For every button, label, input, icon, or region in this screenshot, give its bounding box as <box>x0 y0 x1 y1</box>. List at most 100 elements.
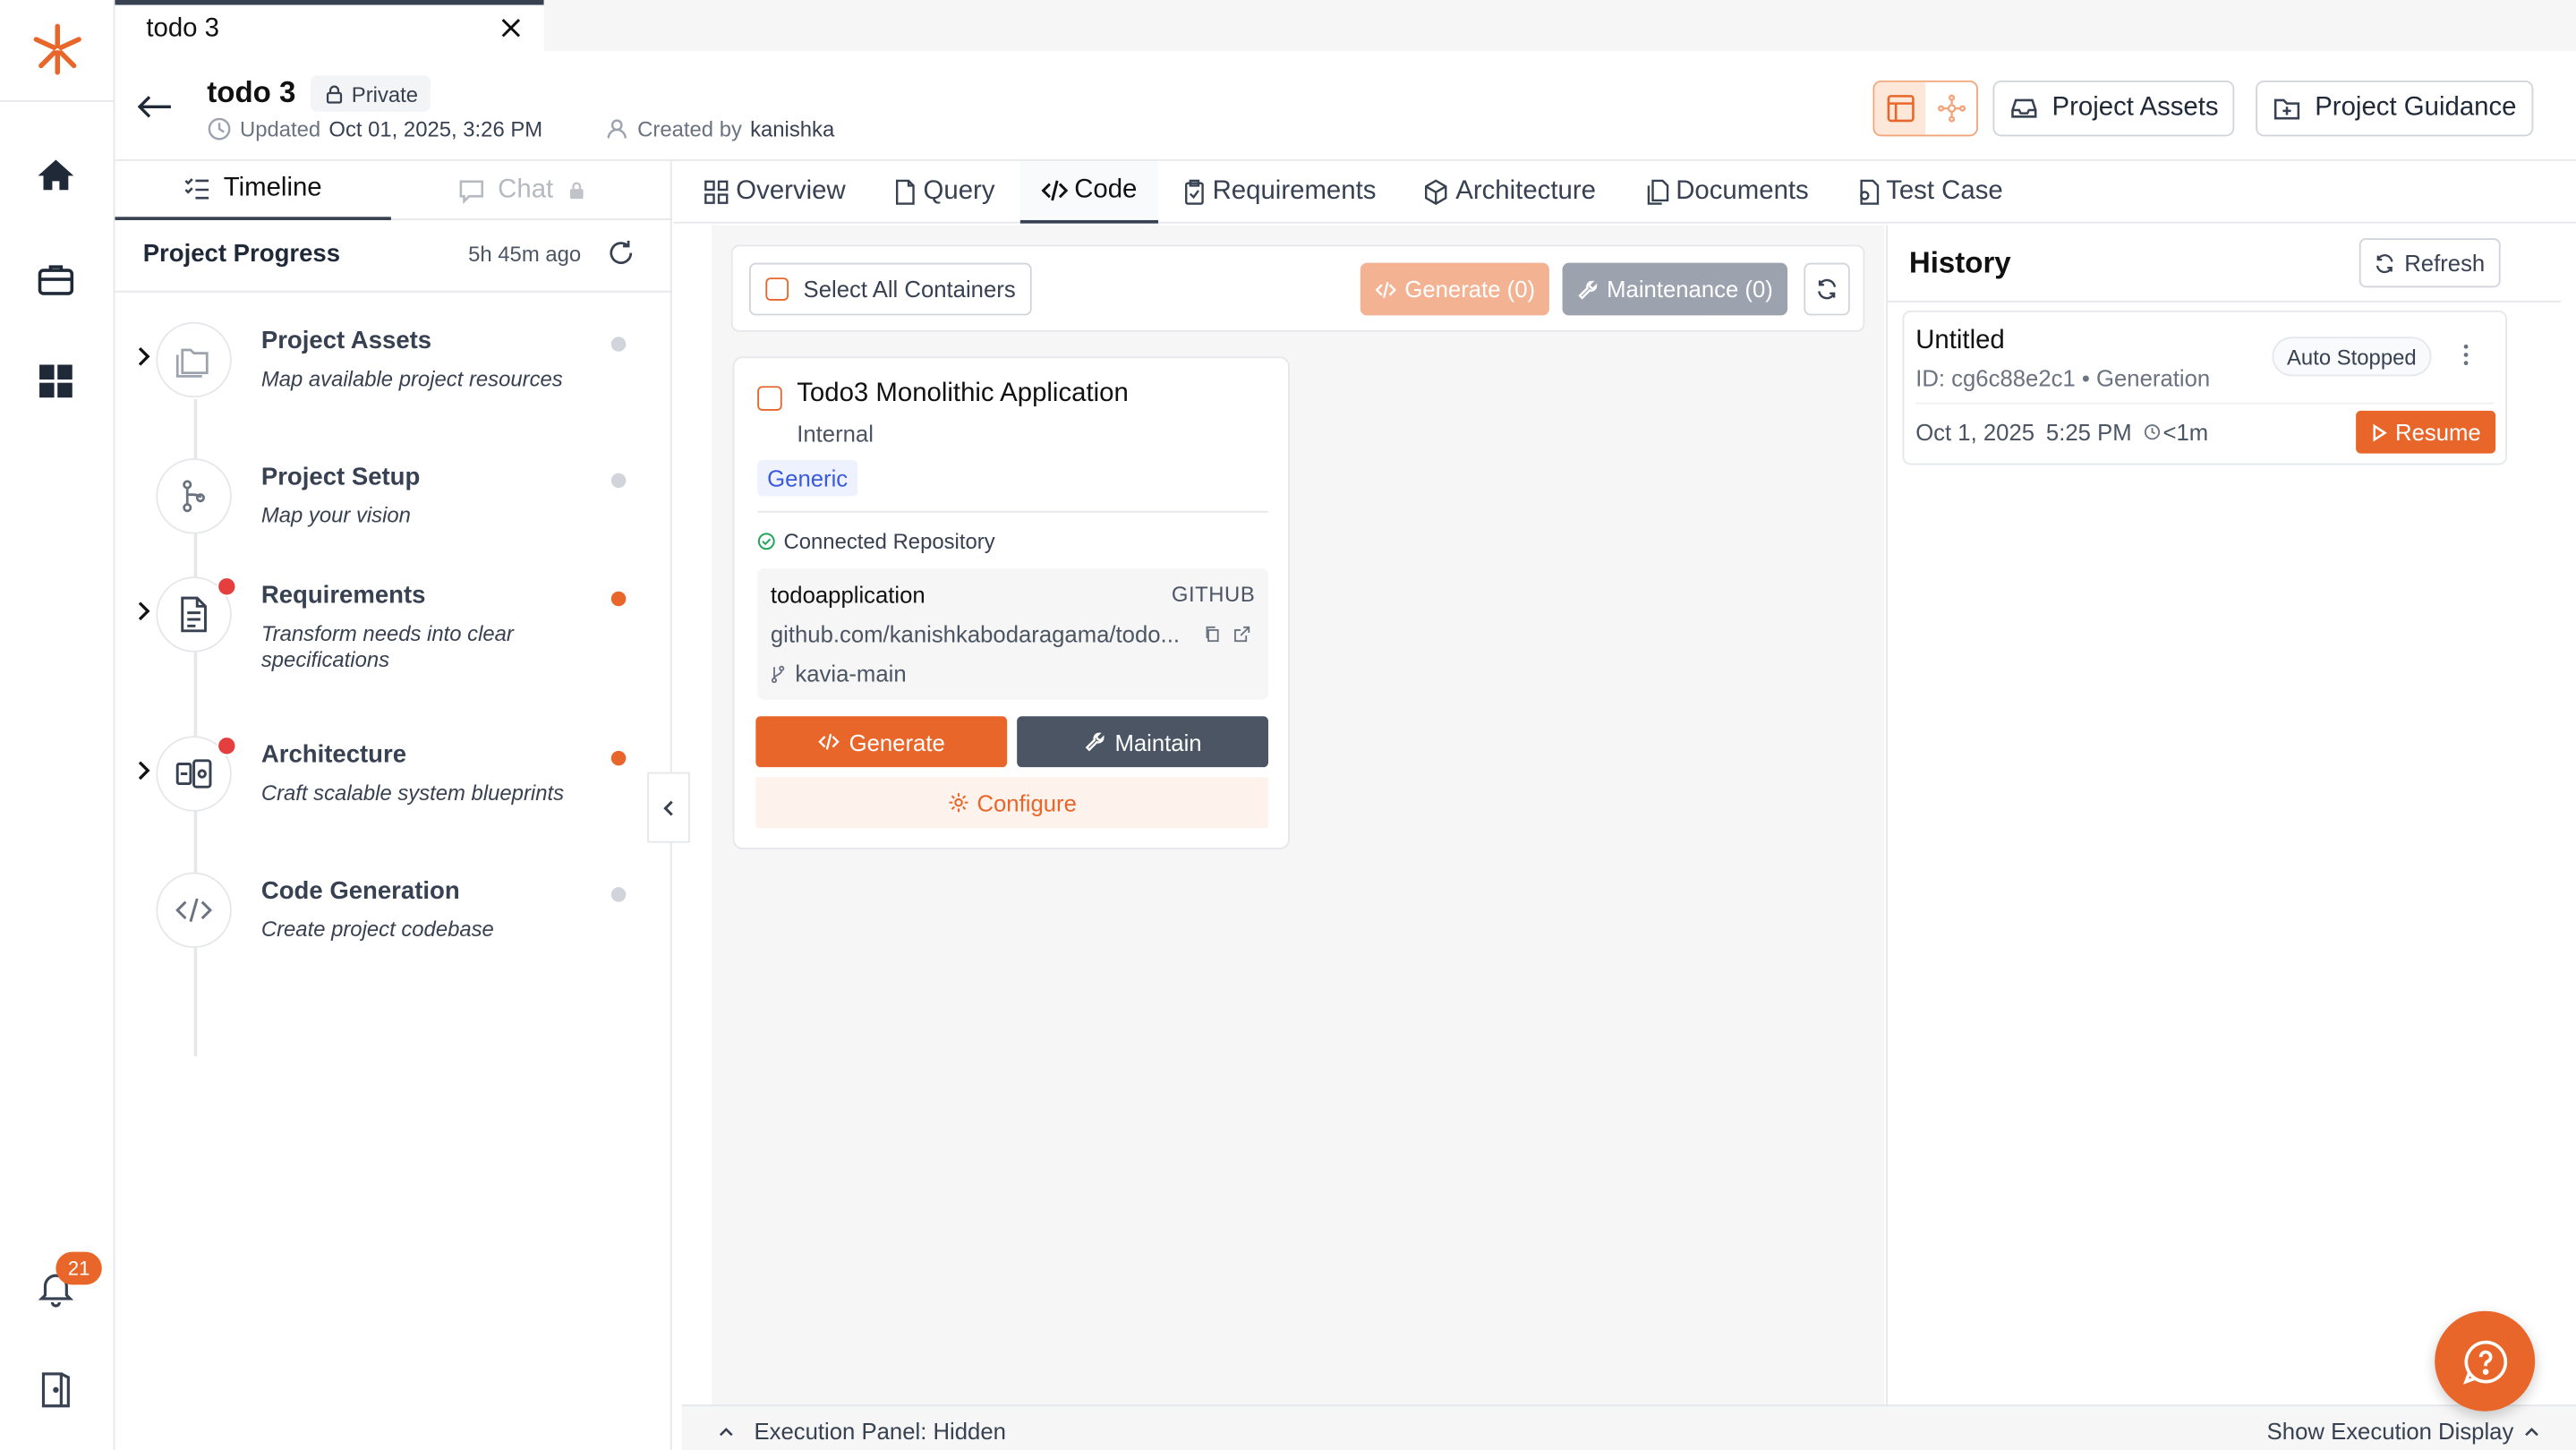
tab-requirements[interactable]: Requirements <box>1183 161 1377 224</box>
chevron-right-icon[interactable] <box>135 759 151 782</box>
visibility-badge: Private <box>310 75 431 112</box>
resume-label: Resume <box>2395 419 2481 446</box>
tab-label: Documents <box>1676 177 1809 206</box>
generate-button[interactable]: Generate <box>755 716 1008 768</box>
checkbox[interactable] <box>765 277 789 301</box>
branch-name: kavia-main <box>795 660 907 687</box>
refresh-icon <box>2376 253 2394 273</box>
layout-icon[interactable] <box>1874 81 1926 135</box>
bulk-maintenance-button[interactable]: Maintenance (0) <box>1562 262 1788 316</box>
code-icon <box>1375 281 1396 297</box>
refresh-containers-button[interactable] <box>1804 262 1850 316</box>
logout-icon[interactable] <box>33 1367 79 1412</box>
lock-icon <box>326 84 343 103</box>
help-chat-icon <box>2462 1339 2507 1384</box>
git-branch-icon <box>771 664 785 683</box>
project-tab[interactable]: todo 3 <box>115 0 544 51</box>
tab-label: Query <box>923 177 995 206</box>
graph-icon[interactable] <box>1925 82 1976 135</box>
history-item[interactable]: Untitled ID: cg6c88e2c1 • Generation Aut… <box>1902 310 2507 465</box>
show-execution-display[interactable]: Show Execution Display <box>2267 1418 2540 1444</box>
close-icon[interactable] <box>499 16 523 39</box>
tab-label: Requirements <box>1212 177 1377 206</box>
chevron-left-icon <box>663 799 673 815</box>
updated-meta: Updated Oct 01, 2025, 3:26 PM <box>207 116 542 141</box>
bulk-generate-button[interactable]: Generate (0) <box>1360 262 1550 316</box>
select-all-label: Select All Containers <box>803 276 1016 303</box>
maintain-button[interactable]: Maintain <box>1017 716 1269 768</box>
tab-code[interactable]: Code <box>1019 160 1159 224</box>
tab-label: Test Case <box>1886 177 2003 206</box>
view-toggle[interactable] <box>1872 80 1978 137</box>
step-desc: Create project codebase <box>260 917 494 942</box>
code-icon <box>156 872 232 949</box>
connected-label: Connected Repository <box>783 529 995 554</box>
step-name: Architecture <box>260 740 407 770</box>
tab-label: Architecture <box>1455 177 1596 206</box>
copy-icon[interactable] <box>1204 626 1220 643</box>
briefcase-icon[interactable] <box>33 256 79 302</box>
files-icon <box>1647 179 1669 205</box>
select-all-checkbox[interactable]: Select All Containers <box>748 262 1032 316</box>
tab-documents[interactable]: Documents <box>1646 161 1809 224</box>
tab-label: Overview <box>736 177 846 206</box>
project-guidance-label: Project Guidance <box>2315 93 2517 122</box>
tab-overview[interactable]: Overview <box>704 161 846 224</box>
folder-plus-icon <box>2273 98 2300 120</box>
container-checkbox[interactable] <box>757 386 782 411</box>
created-value: kanishka <box>750 116 835 141</box>
play-icon <box>2373 422 2387 441</box>
file-icon <box>895 179 915 205</box>
resume-button[interactable]: Resume <box>2356 410 2496 454</box>
step-desc: Map your vision <box>260 502 411 528</box>
tab-timeline[interactable]: Timeline <box>115 161 391 220</box>
external-link-icon[interactable] <box>1233 626 1250 643</box>
home-icon[interactable] <box>33 153 79 199</box>
refresh-icon <box>1818 278 1837 300</box>
alert-dot <box>217 736 237 756</box>
configure-button[interactable]: Configure <box>755 777 1269 829</box>
execution-panel-toggle[interactable]: Execution Panel: Hidden <box>718 1418 1006 1444</box>
status-dot <box>610 750 627 766</box>
dashboard-icon[interactable] <box>33 358 79 404</box>
show-execution-label: Show Execution Display <box>2266 1418 2514 1445</box>
refresh-icon[interactable] <box>606 238 635 268</box>
app-rail: 21 <box>0 0 115 1450</box>
chevron-right-icon[interactable] <box>135 600 151 623</box>
step-name: Code Generation <box>260 877 460 906</box>
user-icon <box>607 119 627 139</box>
tab-architecture[interactable]: Architecture <box>1423 161 1596 224</box>
status-dot <box>610 473 627 489</box>
alert-dot <box>217 576 237 597</box>
more-vertical-icon[interactable] <box>2462 344 2469 367</box>
tab-test-case[interactable]: Test Case <box>1856 161 2003 224</box>
chevron-up-icon <box>2525 1427 2538 1436</box>
step-desc: Transform needs into clear specification… <box>260 620 514 672</box>
connected-repository: Connected Repository <box>757 529 995 554</box>
tab-query[interactable]: Query <box>894 161 995 224</box>
notification-badge: 21 <box>55 1251 102 1285</box>
container-subtitle: Internal <box>797 420 874 448</box>
app-logo[interactable] <box>28 20 87 79</box>
collapse-panel-button[interactable] <box>647 772 690 843</box>
step-desc: Map available project resources <box>260 366 563 391</box>
configure-label: Configure <box>977 789 1077 816</box>
chevron-right-icon[interactable] <box>135 345 151 368</box>
project-header: todo 3 Private Updated Oct 01, 2025, 3:2… <box>115 50 2576 161</box>
help-chat-button[interactable] <box>2435 1310 2536 1412</box>
history-duration: <1m <box>2162 419 2209 446</box>
progress-title: Project Progress <box>142 239 341 269</box>
project-assets-button[interactable]: Project Assets <box>1992 80 2235 137</box>
project-guidance-button[interactable]: Project Guidance <box>2256 80 2533 137</box>
tab-strip: todo 3 <box>115 0 2576 51</box>
container-title: Todo3 Monolithic Application <box>797 380 1129 408</box>
chat-icon <box>459 179 484 203</box>
back-arrow-icon[interactable] <box>135 90 175 124</box>
history-item-date: Oct 1, 2025 5:25 PM <1m <box>1915 419 2208 445</box>
wrench-icon <box>1578 279 1598 299</box>
tab-chat[interactable]: Chat <box>458 161 586 220</box>
progress-header: Project Progress 5h 45m ago <box>115 220 672 293</box>
history-refresh-button[interactable]: Refresh <box>2358 238 2501 288</box>
repo-url[interactable]: github.com/kanishkabodaragama/todo... <box>771 621 1180 647</box>
step-name: Project Setup <box>260 463 421 491</box>
